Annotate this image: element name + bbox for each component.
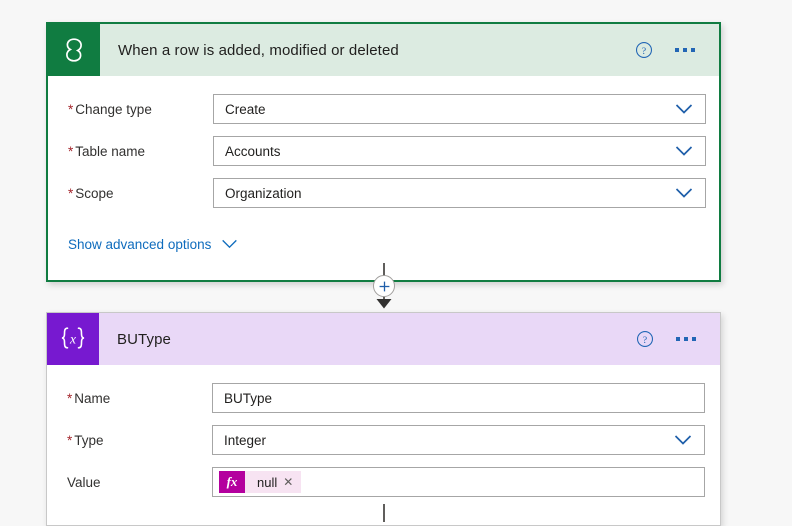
variable-value-input[interactable]: fx null ✕ <box>212 467 705 497</box>
field-row-change-type: *Change type Create <box>48 94 719 124</box>
action-card-header-actions: ? <box>636 330 720 348</box>
variable-type-value: Integer <box>213 433 266 448</box>
dataverse-icon <box>48 24 100 76</box>
trigger-card-body: *Change type Create *Table name Accounts <box>48 76 719 280</box>
add-step-button[interactable] <box>373 275 395 297</box>
required-indicator: * <box>67 391 72 406</box>
variable-type-dropdown[interactable]: Integer <box>212 425 705 455</box>
trigger-card-title: When a row is added, modified or deleted <box>118 42 399 59</box>
svg-text:x: x <box>69 332 76 347</box>
field-label-value: Value <box>67 475 212 490</box>
field-label-table-name: *Table name <box>68 144 213 159</box>
help-circle-icon[interactable]: ? <box>635 41 653 59</box>
trigger-card[interactable]: When a row is added, modified or deleted… <box>46 22 721 282</box>
connector-line-bottom <box>383 504 385 522</box>
variable-name-input[interactable]: BUType <box>212 383 705 413</box>
ellipsis-icon[interactable] <box>673 42 697 58</box>
show-advanced-options-link[interactable]: Show advanced options <box>48 220 719 262</box>
field-label-type: *Type <box>67 433 212 448</box>
field-label-name: *Name <box>67 391 212 406</box>
required-indicator: * <box>68 186 73 201</box>
action-card-body: *Name BUType *Type Integer <box>47 365 720 525</box>
svg-text:?: ? <box>642 46 646 57</box>
scope-value: Organization <box>214 186 302 201</box>
field-row-type: *Type Integer <box>47 425 720 455</box>
chevron-down-icon <box>675 104 693 115</box>
change-type-dropdown[interactable]: Create <box>213 94 706 124</box>
field-row-value: Value fx null ✕ <box>47 467 720 497</box>
field-row-name: *Name BUType <box>47 383 720 413</box>
arrow-down-icon <box>376 299 392 309</box>
plus-icon <box>379 281 390 292</box>
field-row-scope: *Scope Organization <box>48 178 719 208</box>
field-label-change-type: *Change type <box>68 102 213 117</box>
chevron-down-icon <box>675 188 693 199</box>
action-card-header[interactable]: x BUType ? <box>47 313 720 365</box>
action-card-title: BUType <box>117 331 171 348</box>
action-card[interactable]: x BUType ? *Name <box>46 312 721 526</box>
change-type-value: Create <box>214 102 266 117</box>
scope-dropdown[interactable]: Organization <box>213 178 706 208</box>
trigger-card-header[interactable]: When a row is added, modified or deleted… <box>48 24 719 76</box>
field-row-table-name: *Table name Accounts <box>48 136 719 166</box>
ellipsis-icon[interactable] <box>674 331 698 347</box>
svg-text:?: ? <box>643 335 647 346</box>
variable-braces-icon: x <box>47 313 99 365</box>
show-advanced-options-label: Show advanced options <box>68 237 211 252</box>
required-indicator: * <box>68 102 73 117</box>
chevron-down-icon <box>674 435 692 446</box>
table-name-value: Accounts <box>214 144 281 159</box>
fx-icon: fx <box>219 471 245 493</box>
table-name-dropdown[interactable]: Accounts <box>213 136 706 166</box>
required-indicator: * <box>68 144 73 159</box>
expression-token[interactable]: fx null ✕ <box>219 471 301 493</box>
chevron-down-icon <box>675 146 693 157</box>
variable-name-value: BUType <box>213 391 272 406</box>
help-circle-icon[interactable]: ? <box>636 330 654 348</box>
chevron-down-icon <box>221 239 238 249</box>
field-label-scope: *Scope <box>68 186 213 201</box>
close-icon[interactable]: ✕ <box>283 476 301 488</box>
required-indicator: * <box>67 433 72 448</box>
flow-designer-canvas: When a row is added, modified or deleted… <box>0 0 792 522</box>
trigger-card-header-actions: ? <box>635 41 719 59</box>
expression-token-text: null <box>245 475 283 490</box>
